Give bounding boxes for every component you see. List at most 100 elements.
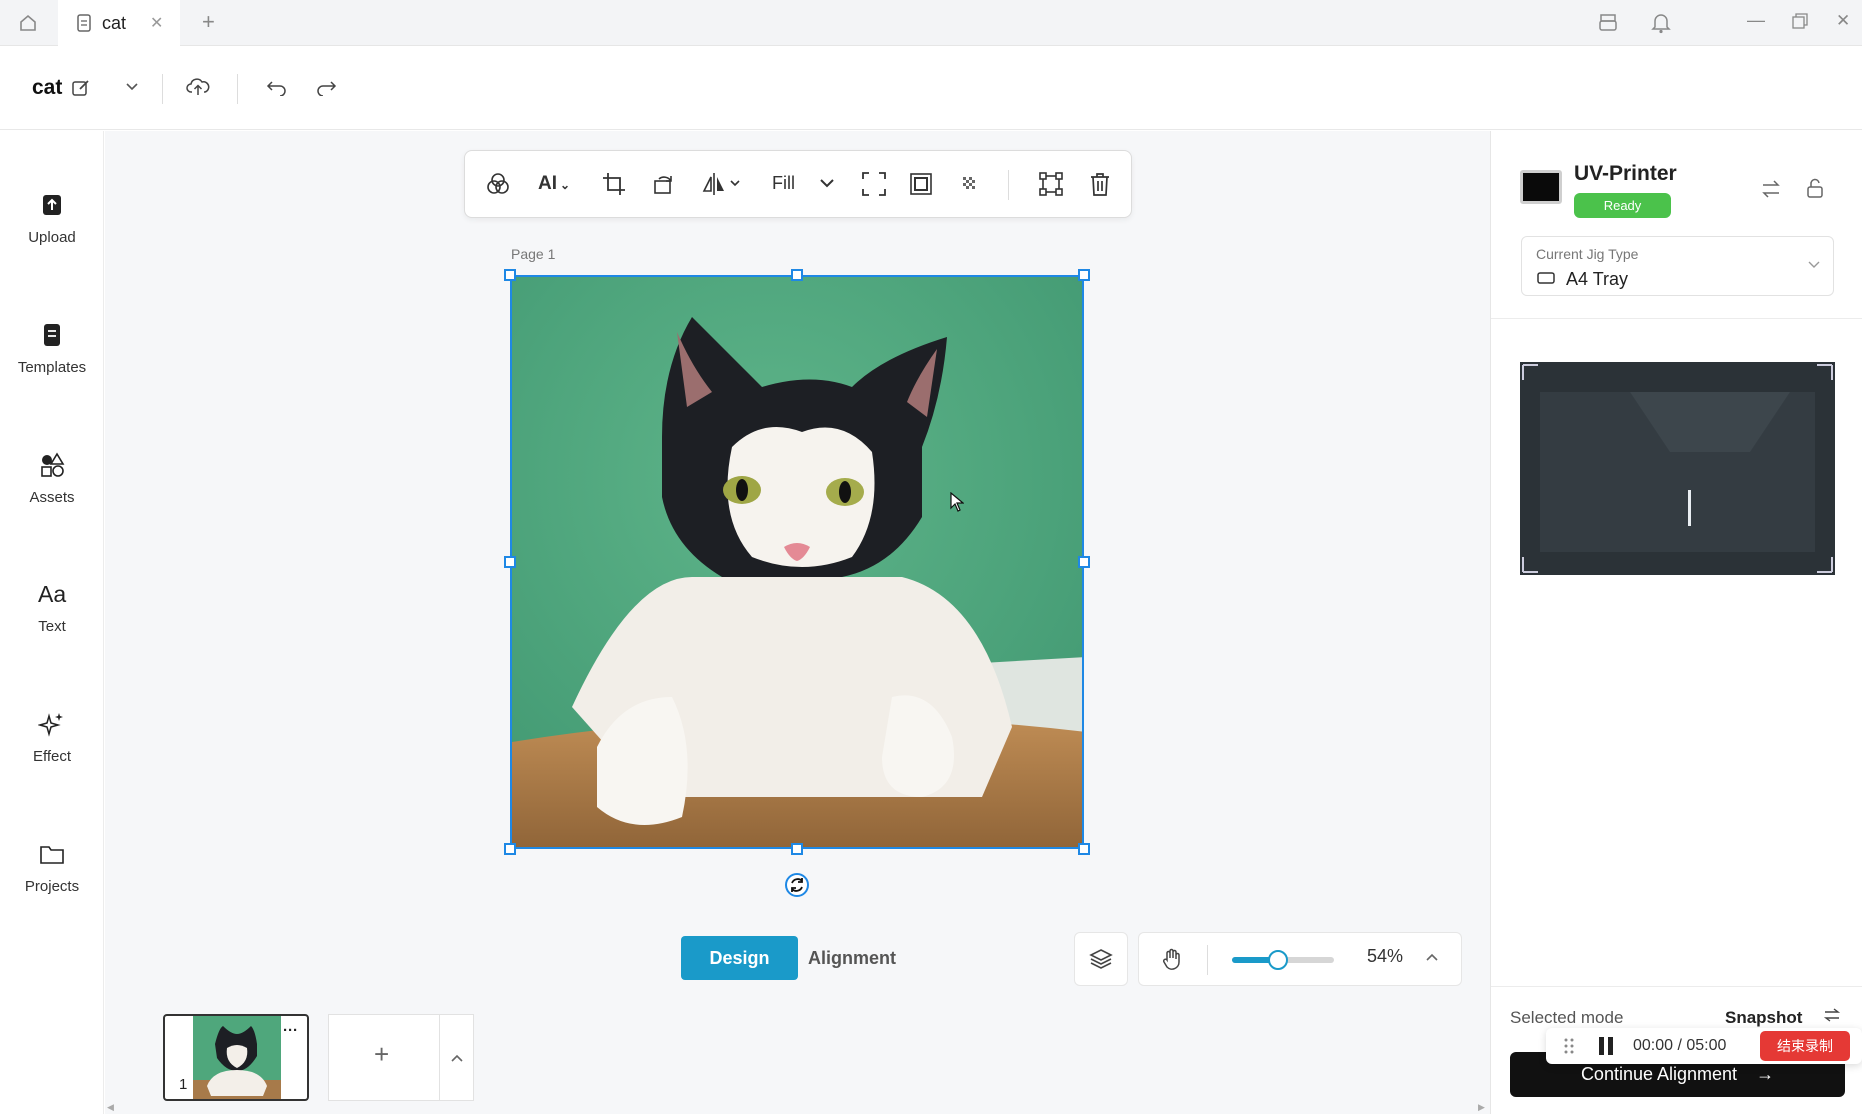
- zoom-slider-thumb[interactable]: [1268, 950, 1288, 970]
- sidebar-item-label: Templates: [17, 359, 87, 376]
- rotate-handle-icon[interactable]: [784, 872, 810, 898]
- cloud-upload-icon[interactable]: [186, 76, 210, 98]
- divider: [237, 74, 238, 104]
- jig-type-label: Current Jig Type: [1536, 246, 1639, 262]
- tab-label: cat: [102, 12, 127, 33]
- status-badge: Ready: [1574, 193, 1671, 218]
- chevron-down-icon[interactable]: [125, 82, 139, 92]
- redo-icon[interactable]: [315, 78, 337, 96]
- lock-icon[interactable]: [1806, 178, 1824, 198]
- assets-icon: [38, 451, 66, 479]
- cat-image[interactable]: [510, 275, 1084, 849]
- flip-icon[interactable]: [701, 171, 743, 197]
- edit-title-icon[interactable]: [71, 78, 91, 98]
- resize-handle-nw[interactable]: [504, 269, 516, 281]
- resize-handle-se[interactable]: [1078, 843, 1090, 855]
- resize-handle-n[interactable]: [791, 269, 803, 281]
- document-title[interactable]: cat: [32, 76, 62, 100]
- new-tab-button[interactable]: +: [202, 9, 215, 35]
- printer-icon[interactable]: [1597, 12, 1619, 34]
- transform-icon[interactable]: [1038, 171, 1064, 197]
- pause-icon[interactable]: [1596, 1036, 1616, 1056]
- page-menu-icon[interactable]: ···: [283, 1022, 298, 1039]
- tray-icon: [1537, 271, 1555, 285]
- bell-icon[interactable]: [1651, 12, 1671, 34]
- resize-handle-e[interactable]: [1078, 556, 1090, 568]
- swap-icon[interactable]: [1761, 180, 1781, 198]
- sidebar-item-label: Projects: [24, 878, 80, 895]
- printer-name: UV-Printer: [1574, 162, 1677, 185]
- mouse-cursor-icon: [950, 492, 964, 512]
- sidebar-item-assets[interactable]: Assets: [0, 451, 104, 506]
- color-filter-icon[interactable]: [485, 171, 511, 197]
- home-icon[interactable]: [18, 13, 38, 33]
- resize-handle-ne[interactable]: [1078, 269, 1090, 281]
- chevron-up-icon[interactable]: [1425, 952, 1439, 962]
- screen-recorder-bar: 00:00 / 05:00 结束录制: [1546, 1028, 1862, 1064]
- templates-icon: [38, 321, 66, 349]
- add-page-button[interactable]: +: [328, 1014, 474, 1101]
- border-icon[interactable]: [908, 171, 934, 197]
- chevron-up-icon[interactable]: [450, 1053, 464, 1063]
- thumbnail-image: [193, 1016, 281, 1099]
- stop-recording-button[interactable]: 结束录制: [1760, 1031, 1850, 1061]
- close-window-icon[interactable]: ✕: [1836, 11, 1850, 31]
- sidebar-item-label: Assets: [29, 489, 75, 506]
- divider: [1207, 945, 1208, 975]
- layers-button[interactable]: [1074, 932, 1128, 986]
- crop-icon[interactable]: [601, 171, 627, 197]
- restore-icon[interactable]: [1792, 13, 1808, 29]
- cat-photo: [512, 277, 1082, 847]
- text-icon: Aa: [38, 581, 67, 607]
- folder-icon: [38, 840, 66, 868]
- tab-cat[interactable]: cat ✕: [58, 0, 180, 46]
- sidebar-item-label: Effect: [32, 748, 72, 765]
- camera-preview: [1520, 362, 1835, 575]
- undo-icon[interactable]: [266, 78, 288, 96]
- divider: [1008, 170, 1009, 200]
- sidebar-item-upload[interactable]: Upload: [0, 191, 104, 246]
- document-toolbar: cat: [0, 46, 1862, 130]
- ai-label: AI: [538, 173, 557, 194]
- sidebar-item-effect[interactable]: Effect: [0, 710, 104, 765]
- divider: [1491, 318, 1862, 319]
- page-number: 1: [179, 1076, 188, 1093]
- continue-alignment-label: Continue Alignment: [1580, 1064, 1738, 1084]
- sparkle-icon: [38, 710, 66, 738]
- image-toolbar: AI ⌄ Fill: [464, 150, 1132, 218]
- resize-handle-s[interactable]: [791, 843, 803, 855]
- drag-handle-icon[interactable]: [1564, 1037, 1574, 1055]
- scroll-left-arrow-icon[interactable]: ◀: [107, 1102, 114, 1113]
- zoom-percent[interactable]: 54%: [1367, 946, 1403, 967]
- resize-handle-sw[interactable]: [504, 843, 516, 855]
- page-label: Page 1: [511, 246, 556, 262]
- scroll-right-arrow-icon[interactable]: ▶: [1478, 1102, 1485, 1113]
- fill-mode-label[interactable]: Fill: [772, 173, 795, 194]
- divider: [162, 74, 163, 104]
- sidebar-item-projects[interactable]: Projects: [0, 840, 104, 895]
- page-thumbnail[interactable]: 1 ···: [163, 1014, 309, 1101]
- minimize-icon[interactable]: —: [1747, 10, 1765, 31]
- close-tab-icon[interactable]: ✕: [150, 13, 163, 33]
- hand-pan-icon[interactable]: [1160, 947, 1184, 971]
- zoom-slider[interactable]: [1232, 950, 1334, 970]
- sidebar-item-text[interactable]: Aa Text: [0, 580, 104, 635]
- jig-type-value: A4 Tray: [1566, 269, 1629, 289]
- jig-type-select[interactable]: Current Jig Type A4 Tray: [1521, 236, 1834, 296]
- transparency-icon[interactable]: [957, 171, 983, 197]
- upload-icon: [38, 191, 66, 219]
- alignment-mode-button[interactable]: Alignment: [808, 936, 896, 980]
- divider: [1491, 986, 1862, 987]
- rotate-icon[interactable]: [651, 171, 677, 197]
- mode-switch-icon[interactable]: [1823, 1008, 1841, 1022]
- trash-icon[interactable]: [1088, 171, 1112, 197]
- design-mode-button[interactable]: Design: [681, 936, 798, 980]
- snapshot-mode[interactable]: Snapshot: [1725, 1008, 1802, 1028]
- fill-dropdown-chevron-icon[interactable]: [819, 177, 835, 189]
- ai-tools-button[interactable]: AI ⌄: [538, 173, 570, 195]
- sidebar-item-label: Upload: [28, 229, 76, 246]
- fit-frame-icon[interactable]: [861, 171, 887, 197]
- document-icon: [77, 14, 91, 32]
- sidebar-item-templates[interactable]: Templates: [0, 321, 104, 376]
- resize-handle-w[interactable]: [504, 556, 516, 568]
